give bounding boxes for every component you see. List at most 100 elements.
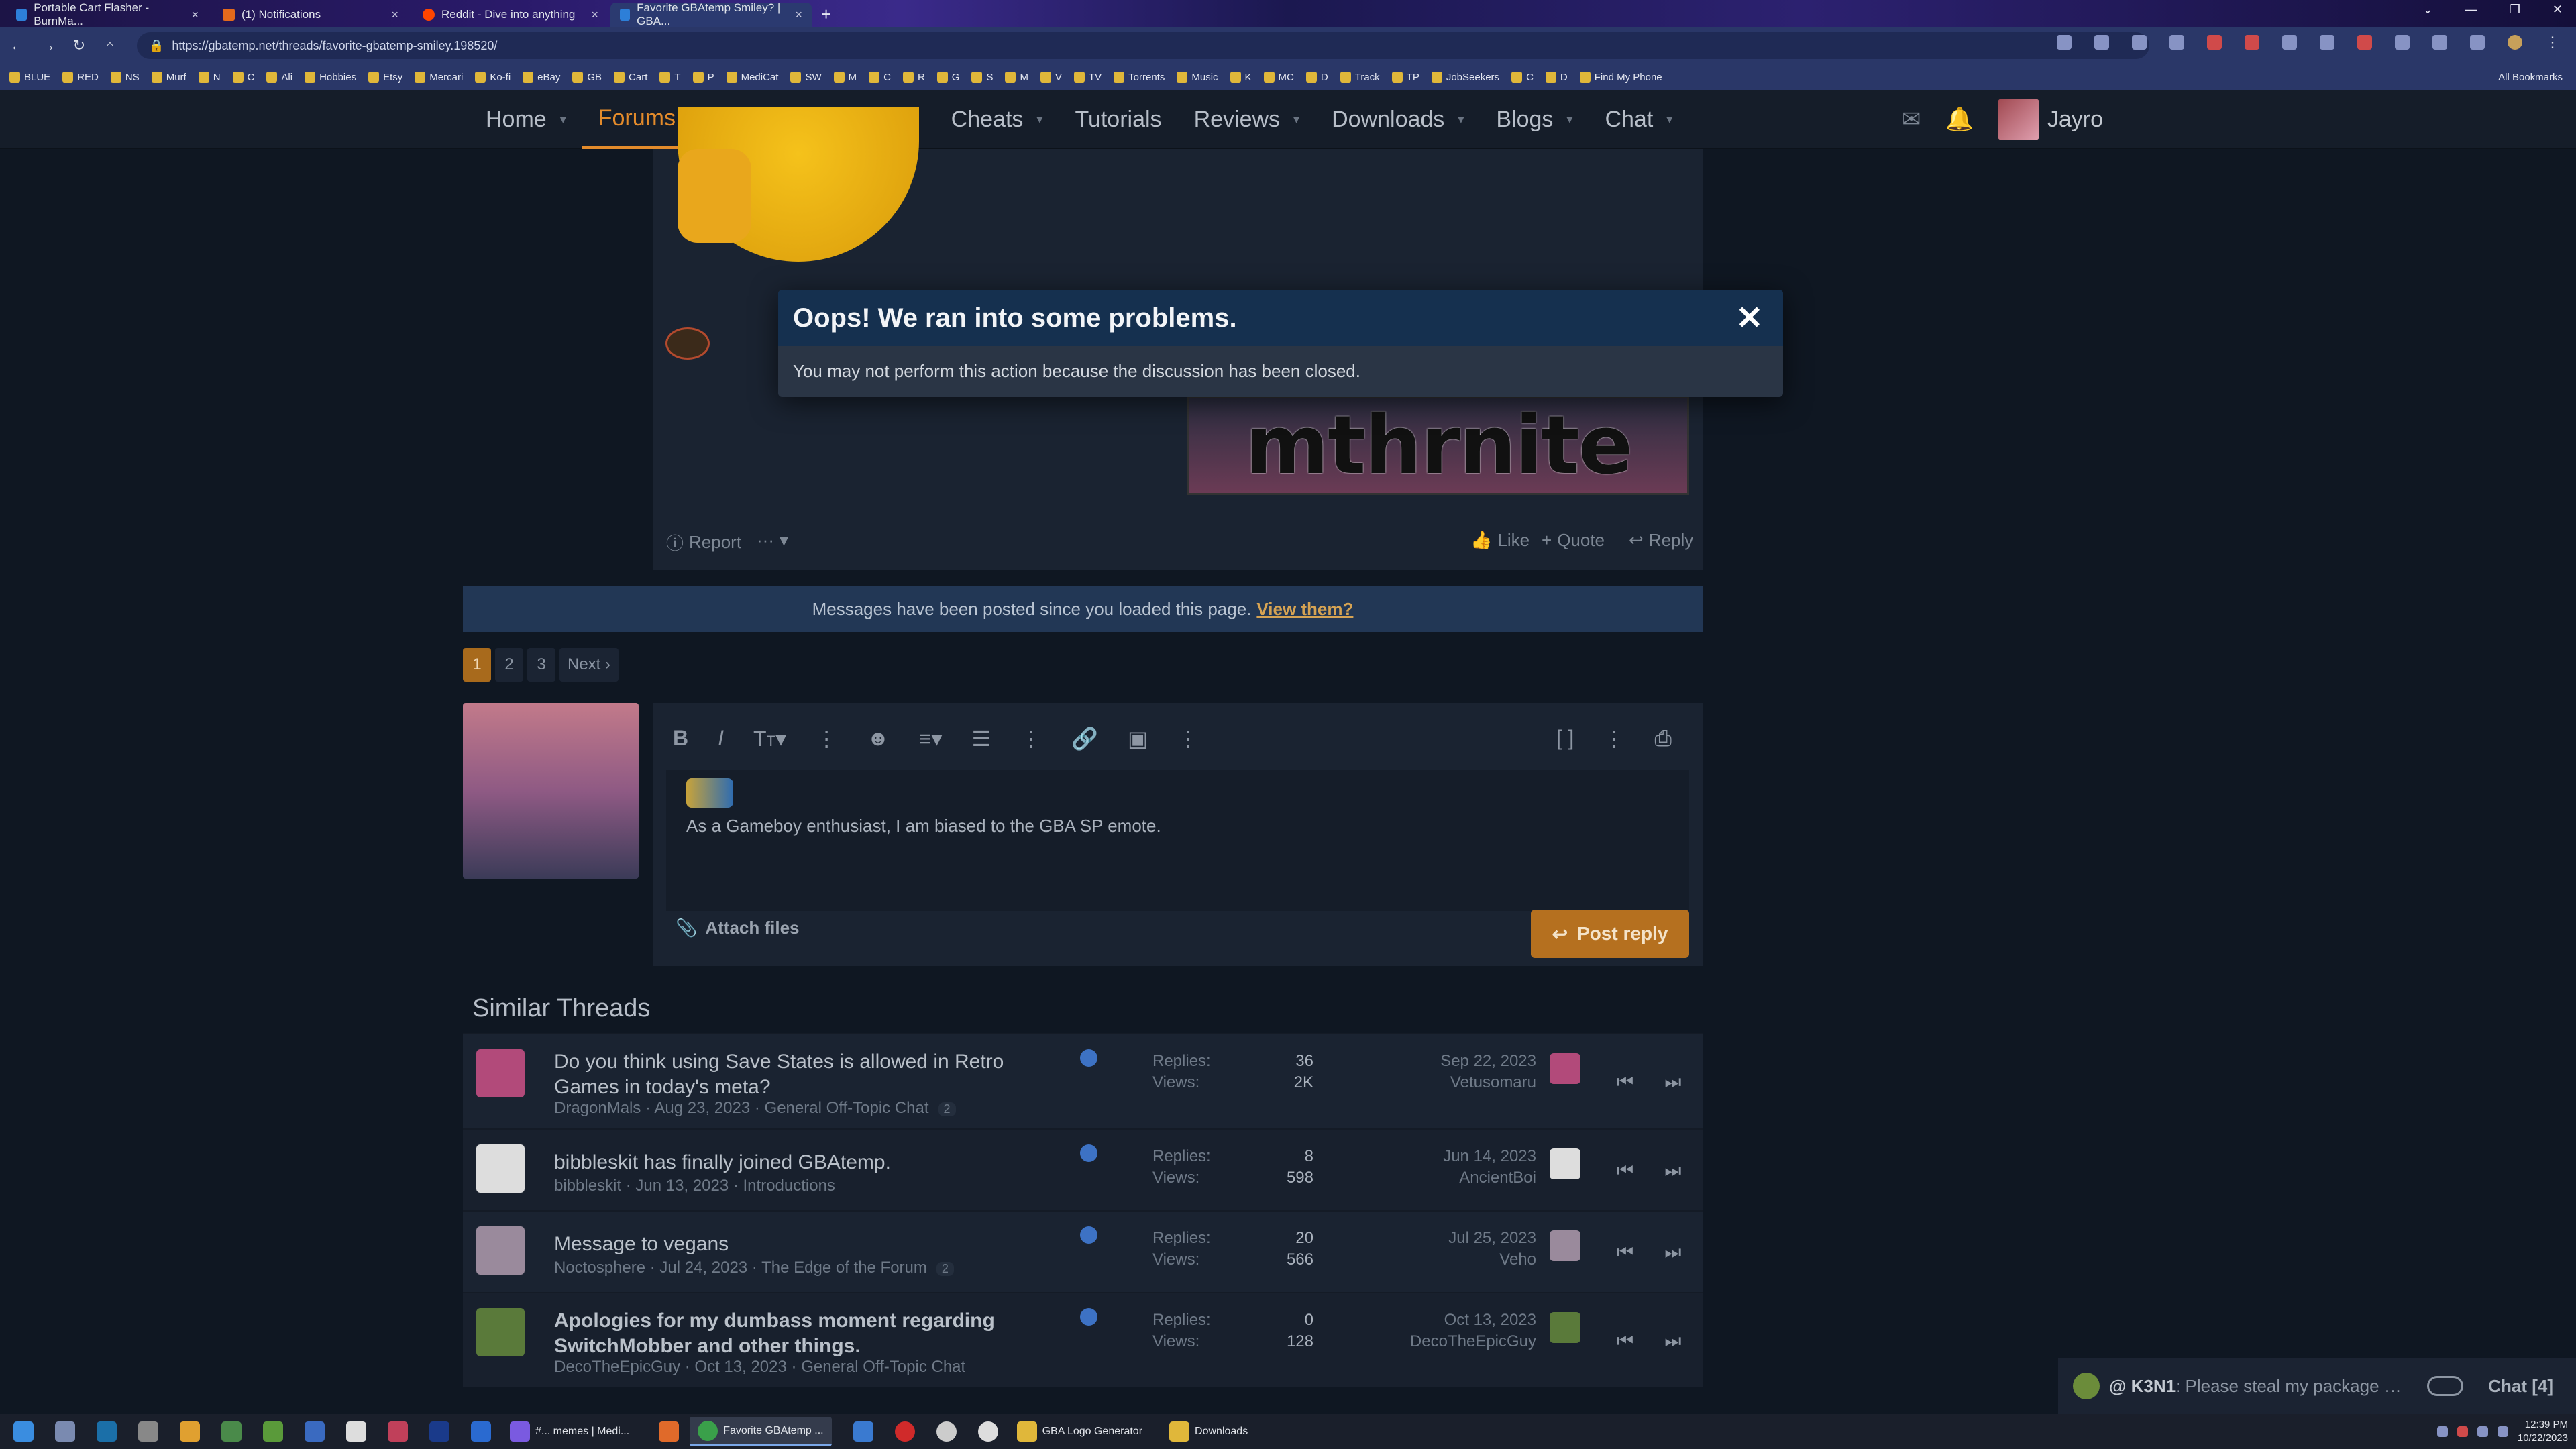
bookmark-item[interactable]: V	[1040, 72, 1062, 83]
thread-pages-badge[interactable]: 2	[936, 1262, 954, 1276]
bold-icon[interactable]: B	[673, 726, 688, 751]
first-unread-icon[interactable]: ⏮	[1617, 1160, 1633, 1182]
nav-item-downloads[interactable]: Downloads ▾	[1316, 90, 1480, 149]
thread-author-avatar[interactable]	[476, 1144, 525, 1193]
quote-button[interactable]: + Quote	[1542, 530, 1605, 551]
bookmark-item[interactable]: S	[971, 72, 993, 83]
username[interactable]: Jayro	[2047, 107, 2103, 133]
thread-author[interactable]: DecoTheEpicGuy	[554, 1358, 680, 1376]
bookmark-item[interactable]: N	[198, 72, 221, 83]
close-tab-icon[interactable]: ×	[591, 8, 598, 22]
bookmark-item[interactable]: JobSeekers	[1431, 72, 1499, 83]
bookmark-item[interactable]: Hobbies	[305, 72, 356, 83]
bookmark-item[interactable]: P	[692, 72, 714, 83]
app-icon[interactable]	[346, 1421, 366, 1442]
nav-item-cheats[interactable]: Cheats ▾	[935, 90, 1059, 149]
share-icon[interactable]	[2132, 35, 2147, 50]
browser-tab[interactable]: (1) Notifications ×	[213, 3, 408, 27]
opera-icon[interactable]	[894, 1421, 915, 1442]
thread-author[interactable]: DragonMals	[554, 1099, 641, 1117]
last-poster-avatar[interactable]	[1550, 1312, 1580, 1343]
app-icon[interactable]	[977, 1421, 998, 1442]
puzzle-icon[interactable]	[2395, 35, 2410, 50]
url-field[interactable]: 🔒 https://gbatemp.net/threads/favorite-g…	[137, 32, 2149, 59]
star-icon[interactable]	[2169, 35, 2184, 50]
firefox-icon[interactable]	[659, 1421, 680, 1442]
page-1-button[interactable]: 1	[463, 648, 491, 682]
restore-icon[interactable]: ❐	[2510, 3, 2520, 17]
browser-tab[interactable]: Reddit - Dive into anything ×	[413, 3, 608, 27]
bell-icon[interactable]: 🔔	[1945, 106, 1974, 133]
bookmark-item[interactable]: R	[902, 72, 925, 83]
last-post-date[interactable]: Sep 22, 2023	[1335, 1051, 1536, 1072]
thread-forum[interactable]: Introductions	[743, 1177, 835, 1195]
chat-toggle[interactable]	[2426, 1376, 2463, 1396]
last-poster-avatar[interactable]	[1550, 1148, 1580, 1179]
italic-icon[interactable]: I	[718, 726, 724, 751]
list-icon[interactable]: ☰	[971, 726, 991, 751]
chevron-down-icon[interactable]: ▾	[1566, 113, 1572, 127]
thread-row[interactable]: Apologies for my dumbass moment regardin…	[463, 1292, 1703, 1387]
close-tab-icon[interactable]: ×	[191, 8, 199, 22]
tray-icon[interactable]	[2457, 1426, 2468, 1437]
post-reply-button[interactable]: ↩ Post reply	[1531, 910, 1689, 958]
close-tab-icon[interactable]: ×	[795, 8, 802, 22]
bookmark-item[interactable]: Track	[1340, 72, 1380, 83]
last-post-date[interactable]: Jun 14, 2023	[1335, 1146, 1536, 1167]
chevron-down-icon[interactable]: ▾	[1293, 113, 1299, 127]
bookmark-item[interactable]: Murf	[151, 72, 186, 83]
extension-icon[interactable]	[2357, 35, 2372, 50]
thread-author-avatar[interactable]	[476, 1308, 525, 1356]
avatar[interactable]	[1997, 99, 2039, 140]
last-post-date[interactable]: Jul 25, 2023	[1335, 1228, 1536, 1249]
app-icon[interactable]	[388, 1421, 408, 1442]
last-poster-avatar[interactable]	[1550, 1053, 1580, 1084]
bookmark-item[interactable]: SW	[790, 72, 822, 83]
profile-icon[interactable]	[2508, 35, 2522, 50]
sidebar-icon[interactable]	[2470, 35, 2485, 50]
bookmark-item[interactable]: Find My Phone	[1579, 72, 1662, 83]
bookmark-item[interactable]: Ali	[266, 72, 292, 83]
like-button[interactable]: 👍 Like	[1470, 530, 1529, 551]
thread-author[interactable]: Noctosphere	[554, 1258, 645, 1277]
bookmark-item[interactable]: RED	[62, 72, 99, 83]
more-list-icon[interactable]: ⋮	[1020, 726, 1042, 751]
menu-icon[interactable]: ⋮	[2545, 35, 2560, 50]
tray-icon[interactable]	[2436, 1426, 2448, 1437]
reply-button[interactable]: ↩ Reply	[1629, 530, 1693, 551]
bookmark-item[interactable]: T	[659, 72, 681, 83]
extension-icon[interactable]	[2282, 35, 2297, 50]
last-post-icon[interactable]: ⏭	[1664, 1242, 1681, 1264]
bookmark-item[interactable]: C	[1511, 72, 1534, 83]
thread-pages-badge[interactable]: 2	[938, 1102, 956, 1116]
last-post-user[interactable]: Vetusomaru	[1335, 1072, 1536, 1093]
close-icon[interactable]: ✕	[1736, 299, 1763, 337]
bookmark-item[interactable]: TP	[1391, 72, 1419, 83]
extension-icon[interactable]	[2320, 35, 2334, 50]
bookmark-item[interactable]: MediCat	[726, 72, 778, 83]
app-icon[interactable]	[138, 1421, 158, 1442]
zoom-icon[interactable]	[2094, 35, 2109, 50]
bookmark-item[interactable]: Etsy	[368, 72, 402, 83]
chevron-down-icon[interactable]: ⌄	[2423, 3, 2433, 17]
last-post-user[interactable]: DecoTheEpicGuy	[1335, 1331, 1536, 1352]
back-icon[interactable]: ←	[4, 37, 31, 54]
page-2-button[interactable]: 2	[495, 648, 523, 682]
thread-row[interactable]: Do you think using Save States is allowe…	[463, 1033, 1703, 1128]
browser-tab-active[interactable]: Favorite GBAtemp Smiley? | GBA... ×	[610, 1, 812, 28]
attach-files-button[interactable]: 📎 Attach files	[676, 918, 800, 938]
reload-icon[interactable]: ↻	[66, 37, 93, 54]
bookmark-item[interactable]: G	[936, 72, 959, 83]
toggle-bbcode-icon[interactable]: [ ]	[1556, 726, 1574, 751]
page-3-button[interactable]: 3	[527, 648, 555, 682]
download-icon[interactable]	[2432, 35, 2447, 50]
last-post-user[interactable]: AncientBoi	[1335, 1167, 1536, 1189]
thread-forum[interactable]: General Off-Topic Chat	[801, 1358, 965, 1376]
app-icon[interactable]	[305, 1421, 325, 1442]
bookmark-item[interactable]: TV	[1074, 72, 1102, 83]
report-link[interactable]: ⓘ Report	[666, 530, 741, 555]
chevron-down-icon[interactable]: ▾	[1666, 113, 1672, 127]
steam-icon[interactable]	[97, 1421, 117, 1442]
text-size-icon[interactable]: TT▾	[753, 726, 786, 751]
align-icon[interactable]: ≡▾	[919, 726, 943, 751]
